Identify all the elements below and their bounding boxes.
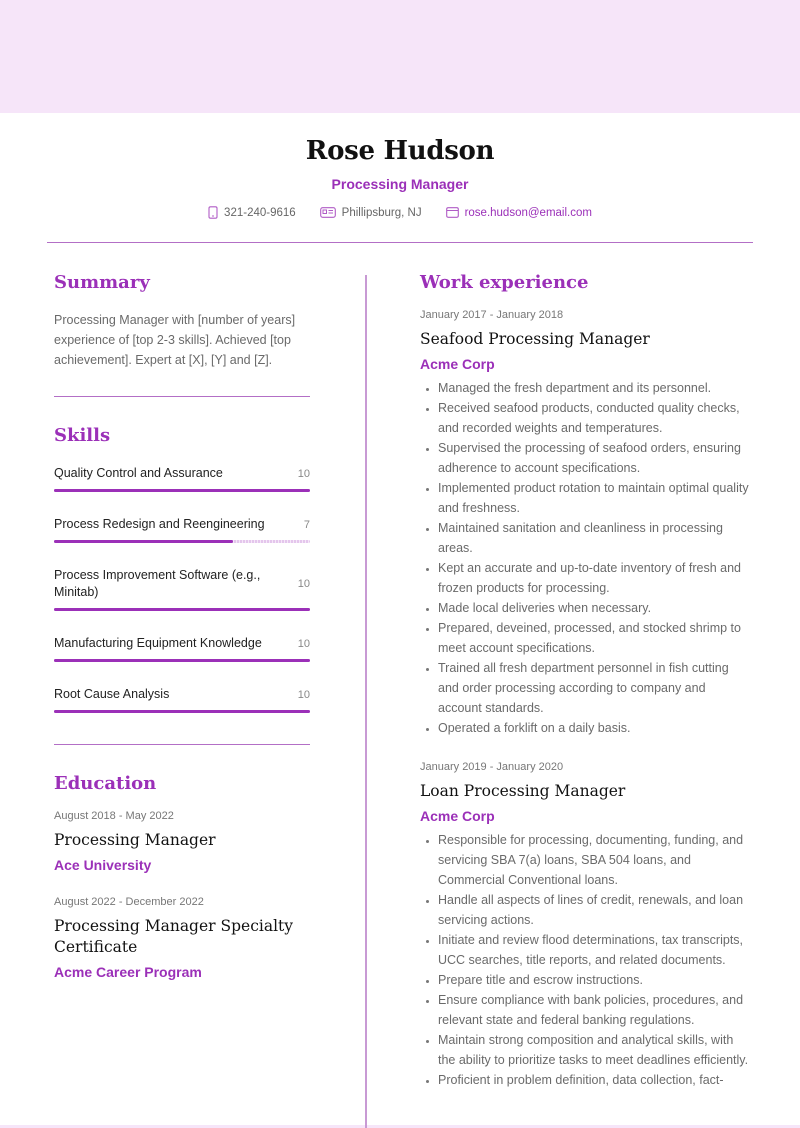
skill-level: 10: [297, 578, 310, 590]
location-text: Phillipsburg, NJ: [341, 206, 422, 219]
section-divider: [54, 744, 310, 745]
skill-level-fill: [54, 608, 310, 611]
skill-level-bar: [54, 489, 310, 492]
skill-row: Process Improvement Software (e.g., Mini…: [54, 567, 310, 601]
skill-level: 10: [297, 637, 310, 650]
job-bullets: Responsible for processing, documenting,…: [420, 830, 750, 1090]
education-heading: Education: [54, 773, 157, 794]
skill-name: Quality Control and Assurance: [54, 466, 223, 480]
skills-heading: Skills: [54, 425, 111, 446]
job-bullet: Kept an accurate and up-to-date inventor…: [438, 558, 750, 598]
job-bullet: Initiate and review flood determinations…: [438, 930, 750, 970]
skills-list: Quality Control and Assurance 10 Process R…: [54, 465, 310, 713]
summary-text: Processing Manager with [number of years…: [54, 313, 296, 367]
job-role: Seafood Processing Manager: [420, 330, 650, 348]
education-item: August 2018 - May 2022 Processing Manage…: [54, 810, 310, 873]
email-link[interactable]: rose.hudson@email.com: [465, 207, 592, 219]
right-column: Work experience January 2017 - January 2…: [420, 272, 750, 1090]
skill-level-fill: [54, 659, 310, 662]
skill-level-bar: [54, 710, 310, 713]
skill-item: Root Cause Analysis 10: [54, 686, 310, 713]
section-divider: [54, 396, 310, 397]
skill-level-bar: [54, 608, 310, 611]
skill-row: Process Redesign and Reengineering 7: [54, 516, 310, 533]
skill-level: 10: [297, 688, 310, 701]
job-dates: January 2019 - January 2020: [420, 761, 564, 773]
summary-heading: Summary: [54, 272, 150, 293]
contact-email[interactable]: rose.hudson@email.com: [445, 207, 592, 219]
column-divider: [365, 275, 367, 1128]
left-column: Summary Processing Manager with [number …: [54, 272, 310, 980]
candidate-name: Rose Hudson: [305, 136, 495, 166]
skills-section: Skills Quality Control and Assurance 10 Pr…: [54, 425, 310, 713]
education-dates: August 2022 - December 2022: [54, 896, 204, 908]
skill-item: Manufacturing Equipment Knowledge 10: [54, 635, 310, 662]
contact-row: 321-240-9616 Phillipsburg, NJ rose.hudso…: [0, 206, 800, 219]
skill-level-fill: [54, 489, 310, 492]
skill-level-fill: [54, 540, 234, 543]
job-bullet: Managed the fresh department and its per…: [438, 378, 750, 398]
skill-name: Process Redesign and Reengineering: [54, 517, 265, 531]
job-role: Loan Processing Manager: [420, 782, 626, 800]
envelope-icon: [445, 207, 459, 218]
job-bullet: Maintain strong composition and analytic…: [438, 1030, 750, 1070]
skill-row: Root Cause Analysis 10: [54, 686, 310, 703]
education-degree: Processing Manager: [54, 831, 216, 849]
job-bullet: Made local deliveries when necessary.: [438, 598, 750, 618]
education-school: Acme Career Program: [54, 964, 202, 980]
skill-name: Manufacturing Equipment Knowledge: [54, 636, 262, 650]
work-heading: Work experience: [420, 272, 589, 293]
skill-level-bar: [54, 540, 310, 543]
job-bullet: Supervised the processing of seafood ord…: [438, 438, 750, 478]
job-company: Acme Corp: [420, 808, 495, 824]
job-bullet: Ensure compliance with bank policies, pr…: [438, 990, 750, 1030]
contact-location: Phillipsburg, NJ: [319, 206, 422, 219]
contact-phone: 321-240-9616: [208, 206, 296, 219]
map-card-icon: [319, 207, 336, 218]
education-school: Ace University: [54, 857, 152, 873]
phone-number: 321-240-9616: [224, 206, 296, 219]
job-bullet: Maintained sanitation and cleanliness in…: [438, 518, 750, 558]
education-degree: Processing Manager Specialty Certificate: [54, 917, 294, 956]
summary-section: Summary Processing Manager with [number …: [54, 272, 310, 370]
candidate-title: Processing Manager: [331, 176, 469, 192]
job-bullet: Handle all aspects of lines of credit, r…: [438, 890, 750, 930]
job-entry: January 2019 - January 2020 Loan Process…: [420, 761, 750, 1090]
job-bullet: Trained all fresh department personnel i…: [438, 658, 750, 718]
job-entry: January 2017 - January 2018 Seafood Proc…: [420, 309, 750, 738]
header-band: [0, 0, 800, 113]
job-company: Acme Corp: [420, 356, 495, 372]
skill-level-bar: [54, 659, 310, 662]
skill-level-fill: [54, 710, 310, 713]
education-section: Education August 2018 - May 2022 Process…: [54, 773, 310, 980]
skill-level: 7: [303, 518, 310, 531]
job-bullet: Prepare title and escrow instructions.: [438, 970, 750, 990]
skill-name: Process Improvement Software (e.g., Mini…: [54, 568, 261, 599]
header-divider: [47, 242, 753, 243]
job-bullet: Proficient in problem definition, data c…: [438, 1070, 750, 1090]
skill-item: Process Redesign and Reengineering 7: [54, 516, 310, 543]
job-bullet: Responsible for processing, documenting,…: [438, 830, 750, 890]
skill-name: Root Cause Analysis: [54, 687, 170, 701]
skill-item: Quality Control and Assurance 10: [54, 465, 310, 492]
skill-row: Quality Control and Assurance 10: [54, 465, 310, 482]
resume-header: Rose Hudson Processing Manager 321-240-9…: [0, 113, 800, 219]
job-bullet: Implemented product rotation to maintain…: [438, 478, 750, 518]
skill-item: Process Improvement Software (e.g., Mini…: [54, 567, 310, 611]
skill-level: 10: [297, 467, 310, 480]
job-bullets: Managed the fresh department and its per…: [420, 378, 750, 738]
education-item: August 2022 - December 2022 Processing M…: [54, 896, 310, 980]
job-bullet: Operated a forklift on a daily basis.: [438, 718, 750, 738]
job-bullet: Received seafood products, conducted qua…: [438, 398, 750, 438]
education-dates: August 2018 - May 2022: [54, 810, 174, 822]
job-dates: January 2017 - January 2018: [420, 309, 564, 321]
job-bullet: Prepared, deveined, processed, and stock…: [438, 618, 750, 658]
skill-row: Manufacturing Equipment Knowledge 10: [54, 635, 310, 652]
phone-icon: [208, 206, 218, 219]
